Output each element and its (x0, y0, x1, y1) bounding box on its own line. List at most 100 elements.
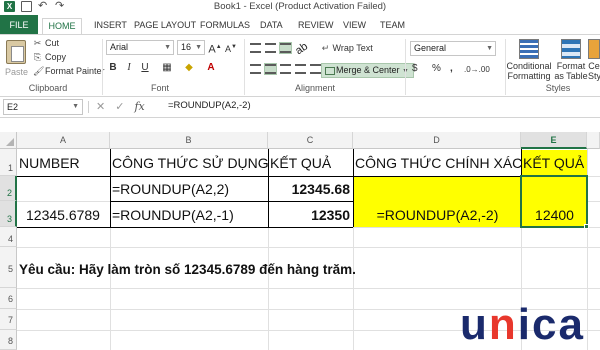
merge-center-label: Merge & Center (336, 65, 400, 75)
divider (88, 101, 89, 113)
align-bottom-icon[interactable] (279, 42, 292, 54)
row-header-1[interactable]: 1 (0, 149, 17, 176)
chevron-down-icon: ▼ (164, 44, 171, 51)
cell-c1[interactable]: KẾT QUẢ (270, 155, 331, 171)
tab-view[interactable]: VIEW (339, 18, 370, 35)
align-center-icon[interactable] (264, 63, 277, 75)
cell-a5[interactable]: Yêu cầu: Hãy làm tròn số 12345.6789 đến … (19, 262, 356, 277)
cell-c2[interactable]: 12345.68 (270, 181, 350, 197)
select-all-button[interactable] (0, 132, 17, 149)
font-color-icon[interactable]: A (204, 61, 218, 75)
column-header-f[interactable] (587, 132, 600, 149)
name-box[interactable]: E2 ▼ (3, 99, 83, 115)
cut-label: Cut (45, 38, 60, 48)
increase-indent-icon[interactable] (310, 64, 321, 74)
align-right-icon[interactable] (280, 64, 291, 74)
gridline (17, 247, 600, 248)
table-border (353, 176, 521, 177)
cell-c3[interactable]: 12350 (270, 207, 350, 223)
comma-format-button[interactable]: , (450, 63, 453, 74)
decrease-indent-icon[interactable] (295, 64, 306, 74)
brush-icon: 🖌 (33, 65, 45, 76)
align-top-icon[interactable] (250, 43, 261, 53)
paste-button[interactable]: Paste (5, 67, 28, 77)
italic-button[interactable]: I (122, 61, 136, 75)
row-header-4[interactable]: 4 (0, 227, 17, 247)
ribbon: Paste ✂ Cut ⎘ Copy 🖌 Format Painter Clip… (0, 34, 600, 97)
horizontal-align-row (250, 63, 321, 75)
column-header-a[interactable]: A (17, 132, 110, 149)
format-as-table-button[interactable]: Format as Table (553, 61, 589, 81)
tab-review[interactable]: REVIEW (294, 18, 338, 35)
conditional-formatting-button[interactable]: Conditional Formatting (503, 61, 555, 81)
tab-formulas[interactable]: FORMULAS (196, 18, 254, 35)
tab-insert[interactable]: INSERT (90, 18, 131, 35)
font-size-value: 16 (181, 42, 192, 52)
column-header-b[interactable]: B (110, 132, 268, 149)
row-header-5[interactable]: 5 (0, 247, 17, 288)
cell-b3[interactable]: =ROUNDUP(A2,-1) (112, 207, 234, 223)
cell-styles-button[interactable]: Ce Sty (588, 61, 600, 81)
tab-data[interactable]: DATA (256, 18, 287, 35)
format-painter-button[interactable]: 🖌 Format Painter (33, 66, 105, 76)
align-middle-icon[interactable] (265, 43, 276, 53)
conditional-formatting-icon[interactable] (519, 39, 539, 59)
merge-center-button[interactable]: Merge & Center ▼ (321, 63, 414, 78)
divider (244, 39, 245, 95)
tab-home[interactable]: HOME (42, 18, 82, 35)
ribbon-tabs: FILE HOME INSERT PAGE LAYOUT FORMULAS DA… (0, 15, 600, 35)
row-header-8[interactable]: 8 (0, 330, 17, 350)
row-header-2[interactable]: 2 (0, 176, 17, 201)
tab-file[interactable]: FILE (0, 15, 38, 35)
enter-icon[interactable]: ✓ (115, 100, 124, 113)
table-border (110, 149, 111, 227)
cell-b2[interactable]: =ROUNDUP(A2,2) (112, 181, 229, 197)
vertical-align-row: ab (250, 40, 310, 57)
cut-button[interactable]: ✂ Cut (33, 38, 59, 48)
row-header-3[interactable]: 3 (0, 201, 17, 227)
font-size-select[interactable]: 16 ▼ (177, 40, 205, 55)
shrink-font-icon[interactable]: A▼ (224, 40, 238, 54)
borders-icon[interactable]: ▦ (160, 61, 174, 75)
cancel-icon[interactable]: ✕ (96, 100, 105, 113)
unica-logo: unica (460, 300, 585, 349)
font-name-select[interactable]: Arial ▼ (106, 40, 174, 55)
cell-d1[interactable]: CÔNG THỨC CHÍNH XÁC (355, 155, 522, 171)
tab-page-layout[interactable]: PAGE LAYOUT (130, 18, 200, 35)
column-header-e[interactable]: E (521, 132, 587, 149)
percent-format-button[interactable]: % (432, 63, 441, 74)
copy-button[interactable]: ⎘ Copy (33, 52, 66, 62)
increase-decimal-icon[interactable]: .0→.00 (464, 65, 490, 74)
selection-outline (520, 175, 588, 228)
wrap-text-button[interactable]: ↵ Wrap Text (321, 43, 373, 53)
align-left-icon[interactable] (250, 64, 261, 74)
cell-styles-icon[interactable] (588, 39, 600, 59)
paste-icon[interactable] (6, 40, 26, 64)
column-header-c[interactable]: C (268, 132, 353, 149)
wrap-text-icon: ↵ (321, 43, 330, 53)
currency-format-button[interactable]: $ (412, 63, 418, 74)
number-format-select[interactable]: General ▼ (410, 41, 496, 56)
scissors-icon: ✂ (33, 37, 42, 48)
table-border (17, 176, 353, 177)
formula-input[interactable]: =ROUNDUP(A2,-2) (168, 100, 251, 111)
fill-color-icon[interactable]: ◆ (182, 61, 196, 75)
grow-font-icon[interactable]: A▲ (208, 40, 222, 56)
tab-team[interactable]: TEAM (376, 18, 409, 35)
underline-button[interactable]: U (138, 61, 152, 75)
insert-function-icon[interactable]: fx (134, 100, 144, 113)
cell-b1[interactable]: CÔNG THỨC SỬ DỤNG (112, 155, 269, 171)
fill-handle[interactable] (584, 224, 589, 229)
cell-a3[interactable]: 12345.6789 (26, 207, 100, 223)
row-header-7[interactable]: 7 (0, 309, 17, 330)
column-header-d[interactable]: D (353, 132, 521, 149)
cell-a1[interactable]: NUMBER (19, 155, 80, 171)
bold-button[interactable]: B (106, 61, 120, 75)
row-header-6[interactable]: 6 (0, 288, 17, 309)
gridline (17, 288, 600, 289)
cell-e1[interactable]: KẾT QUẢ (523, 155, 584, 171)
chevron-down-icon: ▼ (486, 45, 493, 52)
cell-d3[interactable]: =ROUNDUP(A2,-2) (354, 207, 521, 223)
orientation-icon[interactable]: ab (293, 40, 310, 57)
format-as-table-icon[interactable] (561, 39, 581, 59)
